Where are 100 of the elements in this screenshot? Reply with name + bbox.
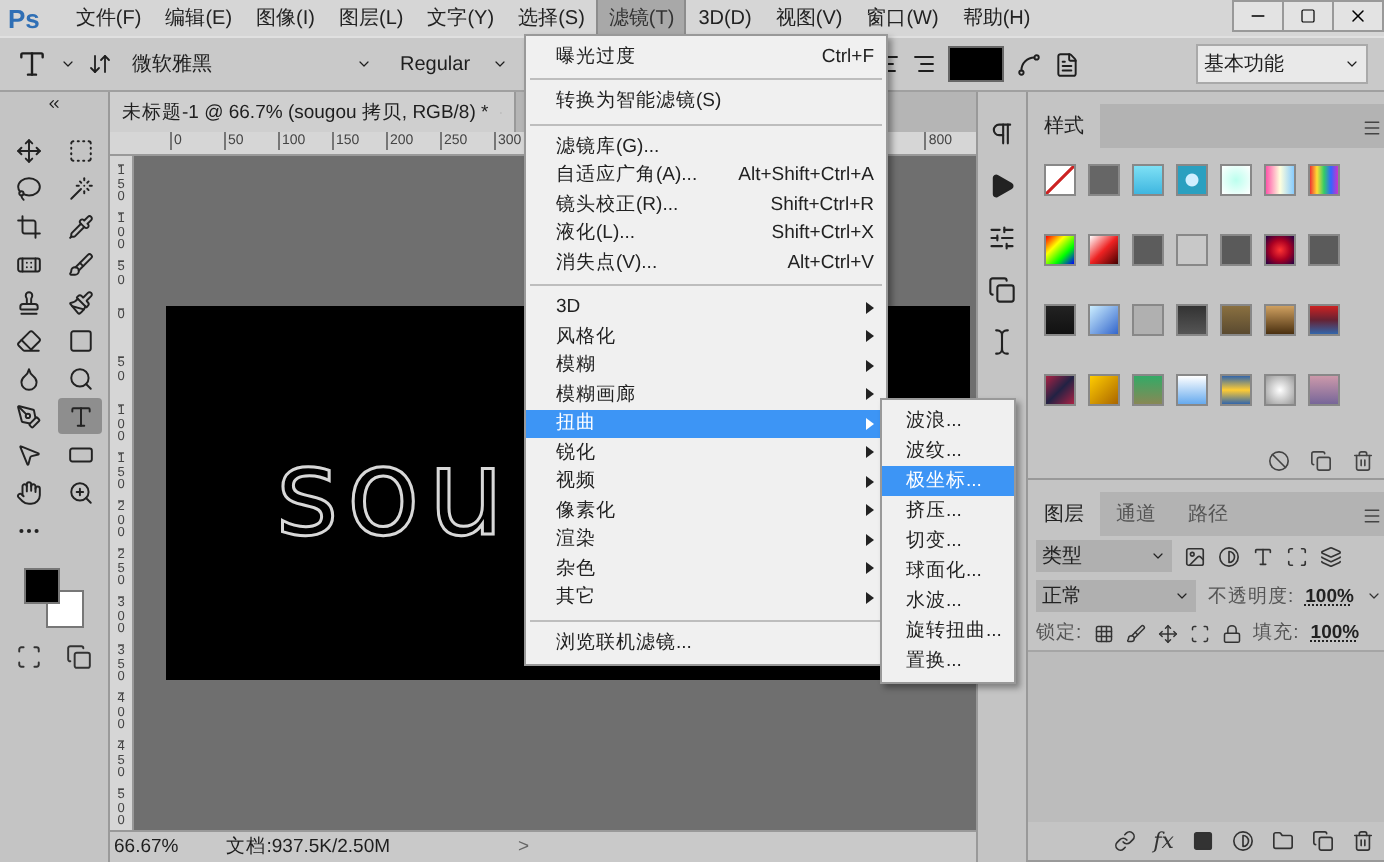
caret-icon[interactable] [1365, 588, 1382, 604]
menu-item[interactable]: 图像(I) [244, 0, 327, 38]
close-button[interactable] [1332, 0, 1384, 32]
style-swatch[interactable] [1220, 234, 1252, 266]
style-swatch[interactable] [1132, 164, 1164, 196]
opacity-value[interactable]: 100% [1305, 585, 1354, 607]
style-swatch[interactable] [1220, 374, 1252, 406]
style-swatch[interactable] [1264, 234, 1296, 266]
clear-style-icon[interactable] [1267, 450, 1290, 472]
collapse-icon[interactable] [46, 96, 62, 112]
submenu-item[interactable]: 模糊画廊 [526, 380, 886, 409]
lock-paint-icon[interactable] [1125, 623, 1146, 643]
style-swatch[interactable] [1132, 234, 1164, 266]
menu-item[interactable]: 挤压... [882, 496, 1014, 526]
style-swatch[interactable] [1176, 234, 1208, 266]
mask-icon[interactable] [1191, 830, 1214, 852]
panel-tab[interactable]: 样式 [1028, 104, 1100, 148]
submenu-item[interactable]: 风格化 [526, 322, 886, 351]
smart-object-icon[interactable] [1320, 545, 1342, 567]
submenu-item[interactable]: 渲染 [526, 525, 886, 554]
style-swatch[interactable] [1044, 164, 1076, 196]
warp-text-icon[interactable] [1016, 51, 1042, 77]
menu-item[interactable]: 浏览联机滤镜... [526, 628, 886, 657]
menu-icon[interactable] [1361, 506, 1382, 526]
style-swatch[interactable] [1308, 374, 1340, 406]
text-color-swatch[interactable] [948, 46, 1004, 82]
fill-value[interactable]: 100% [1310, 622, 1360, 644]
style-swatch[interactable] [1264, 304, 1296, 336]
submenu-item[interactable]: 模糊 [526, 351, 886, 380]
type-icon[interactable] [16, 48, 48, 80]
menu-item[interactable]: 编辑(E) [153, 0, 245, 38]
menu-item[interactable]: 旋转扭曲... [882, 616, 1014, 646]
style-swatch[interactable] [1264, 164, 1296, 196]
menu-item[interactable]: 选择(S) [506, 0, 597, 38]
style-swatch[interactable] [1176, 374, 1208, 406]
text-orientation-icon[interactable] [88, 52, 112, 76]
style-swatch[interactable] [1176, 304, 1208, 336]
style-swatch[interactable] [1308, 164, 1340, 196]
menu-item[interactable]: 液化(L)... Shift+Ctrl+X [526, 219, 886, 248]
menu-item[interactable]: 球面化... [882, 556, 1014, 586]
lock-position-icon[interactable] [1157, 623, 1178, 643]
style-swatch[interactable] [1308, 304, 1340, 336]
trash-icon[interactable] [1351, 450, 1374, 472]
submenu-item[interactable]: 视频 [526, 467, 886, 496]
paragraph-icon[interactable] [988, 120, 1016, 148]
submenu-item[interactable]: 锐化 [526, 438, 886, 467]
style-swatch[interactable] [1044, 234, 1076, 266]
submenu-item[interactable]: 其它 [526, 583, 886, 612]
menu-item[interactable]: 转换为智能滤镜(S) [526, 87, 886, 116]
menu-item[interactable]: 波纹... [882, 436, 1014, 466]
style-swatch[interactable] [1088, 374, 1120, 406]
menu-item[interactable]: 波浪... [882, 406, 1014, 436]
style-swatch[interactable] [1088, 304, 1120, 336]
screen-mode-icon[interactable] [66, 644, 92, 670]
style-swatch[interactable] [1220, 304, 1252, 336]
layer-filter-dropdown[interactable]: 类型 [1036, 540, 1172, 572]
adjustment-icon[interactable] [1231, 830, 1254, 852]
menu-item[interactable]: 置换... [882, 646, 1014, 676]
layer-style-button[interactable]: fx [1153, 828, 1174, 854]
style-swatch[interactable] [1044, 374, 1076, 406]
type-icon[interactable] [1252, 545, 1274, 567]
menu-item[interactable]: 镜头校正(R)... Shift+Ctrl+R [526, 190, 886, 219]
blend-mode-dropdown[interactable]: 正常 [1036, 580, 1196, 612]
lock-pixels-icon[interactable] [1093, 623, 1114, 643]
document-tab[interactable]: 未标题-1 @ 66.7% (sougou 拷贝, RGB/8) * [110, 92, 516, 132]
clone-source-icon[interactable] [988, 276, 1016, 304]
foreground-color-swatch[interactable] [24, 568, 60, 604]
style-swatch[interactable] [1264, 374, 1296, 406]
panel-tab[interactable]: 通道 [1100, 492, 1172, 536]
style-swatch[interactable] [1176, 164, 1208, 196]
style-swatch[interactable] [1132, 374, 1164, 406]
maximize-button[interactable] [1282, 0, 1334, 32]
lock-artboard-icon[interactable] [1189, 623, 1210, 643]
style-swatch[interactable] [1220, 164, 1252, 196]
submenu-item[interactable]: 杂色 [526, 554, 886, 583]
panel-toggle-icon[interactable] [1054, 51, 1080, 77]
link-icon[interactable] [1113, 830, 1136, 852]
adjustments-icon[interactable] [988, 224, 1016, 252]
menu-item[interactable]: 切变... [882, 526, 1014, 556]
menu-item[interactable]: 消失点(V)... Alt+Ctrl+V [526, 248, 886, 277]
menu-item[interactable]: 曝光过度 Ctrl+F [526, 42, 886, 71]
trash-icon[interactable] [1351, 830, 1374, 852]
menu-item[interactable]: 图层(L) [326, 0, 416, 38]
submenu-item[interactable]: 3D [526, 293, 886, 322]
status-arrow[interactable]: > [518, 836, 530, 858]
submenu-item[interactable]: 像素化 [526, 496, 886, 525]
menu-item[interactable]: 水波... [882, 586, 1014, 616]
menu-item[interactable]: 视图(V) [763, 0, 855, 38]
menu-item[interactable]: 3D(D) [686, 1, 764, 35]
new-layer-icon[interactable] [1311, 830, 1334, 852]
new-style-icon[interactable] [1309, 450, 1332, 472]
quick-mask-icon[interactable] [16, 644, 42, 670]
menu-item[interactable]: 文件(F) [63, 0, 154, 38]
adjustment-icon[interactable] [1218, 545, 1240, 567]
panel-tab[interactable]: 路径 [1172, 492, 1244, 536]
panel-tab[interactable]: 图层 [1028, 492, 1100, 536]
lock-icon[interactable] [1221, 623, 1242, 643]
style-swatch[interactable] [1088, 164, 1120, 196]
align-right-icon[interactable] [912, 52, 936, 76]
style-swatch[interactable] [1088, 234, 1120, 266]
